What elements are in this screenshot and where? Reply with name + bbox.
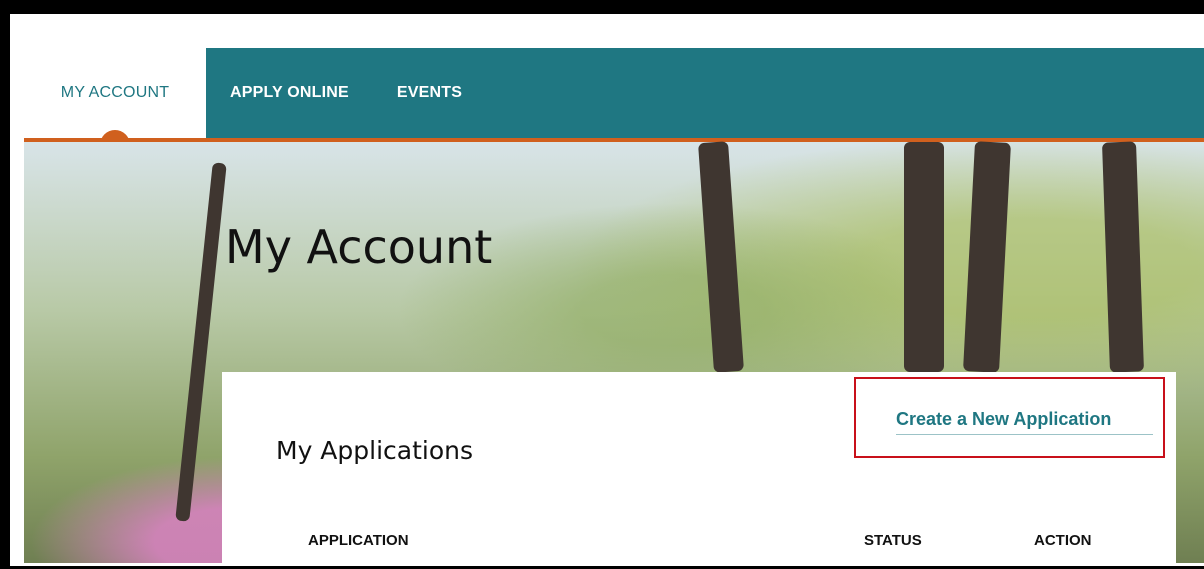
create-new-application-link[interactable]: Create a New Application [896,409,1111,430]
screenshot-frame: MY ACCOUNT APPLY ONLINE EVENTS My Accoun… [0,0,1204,569]
column-header-action: ACTION [1034,532,1092,549]
page-title: My Account [225,220,493,274]
highlight-box: Create a New Application [854,377,1165,458]
applications-card: My Applications Create a New Application… [222,372,1176,563]
main-nav: MY ACCOUNT APPLY ONLINE EVENTS [24,48,486,145]
nav-item-label: MY ACCOUNT [60,84,170,101]
nav-item-label: APPLY ONLINE [230,84,349,101]
nav-item-label: EVENTS [396,84,463,101]
applications-heading: My Applications [276,436,474,465]
nav-item-events[interactable]: EVENTS [373,48,486,138]
nav-item-apply-online[interactable]: APPLY ONLINE [206,48,373,138]
top-navigation-bar: MY ACCOUNT APPLY ONLINE EVENTS [24,48,1204,145]
link-underline [896,434,1153,435]
applications-table-header: APPLICATION STATUS ACTION [222,532,1176,562]
tree-trunk [1101,141,1145,373]
page: MY ACCOUNT APPLY ONLINE EVENTS My Accoun… [20,28,1204,563]
column-header-status: STATUS [864,532,922,549]
tree-trunk [904,142,944,372]
tree-trunk [698,141,744,373]
column-header-application: APPLICATION [308,532,409,549]
tree-trunk [963,141,1011,373]
tree-trunk [175,162,227,522]
nav-item-my-account[interactable]: MY ACCOUNT [24,48,206,145]
